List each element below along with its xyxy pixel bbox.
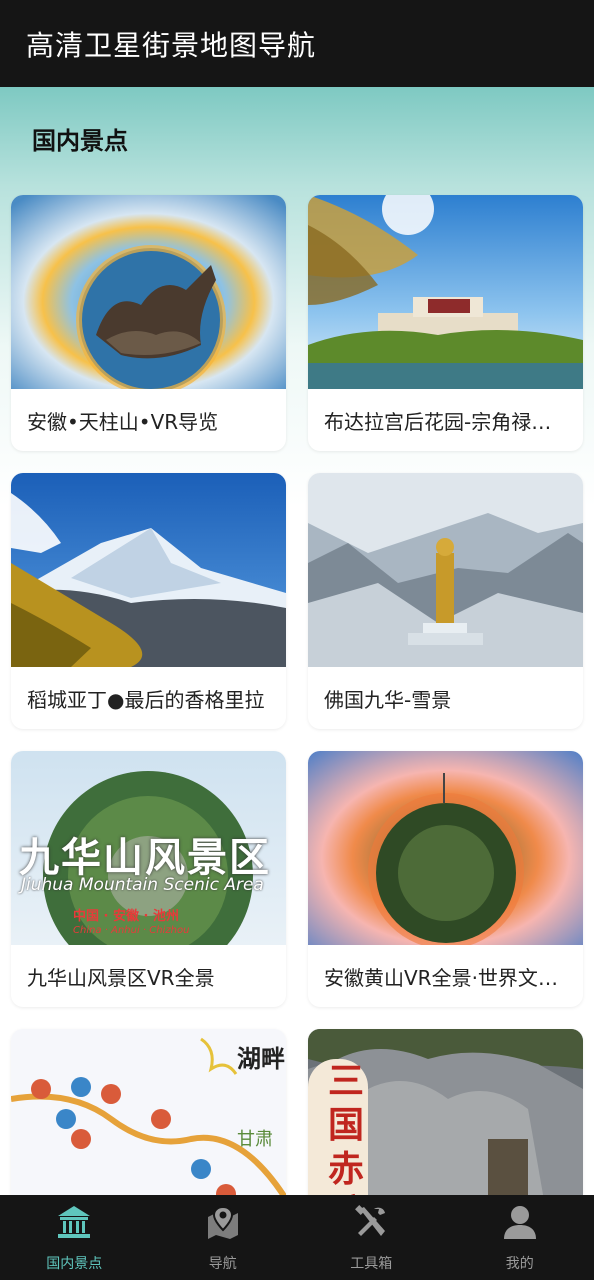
card-caption: 安徽•天柱山•VR导览 bbox=[27, 409, 219, 434]
scenic-card[interactable]: 九华山风景区 Jiuhua Mountain Scenic Area 中国 · … bbox=[11, 751, 286, 1007]
bottom-tab-bar: 国内景点 导航 工具箱 我的 bbox=[0, 1195, 594, 1280]
overlay-label: 甘肃 bbox=[237, 1129, 273, 1150]
app-title-bar: 高清卫星街景地图导航 bbox=[0, 0, 594, 87]
overlay-location-en: China · Anhui · Chizhou bbox=[73, 925, 190, 936]
card-grid: 安徽•天柱山•VR导览 布达拉宫后花园-宗角禄康公园 稻城亚丁●最后的香格里拉 … bbox=[11, 195, 583, 1195]
card-caption: 九华山风景区VR全景 bbox=[27, 965, 215, 990]
card-caption: 佛国九华-雪景 bbox=[324, 687, 452, 712]
app-title: 高清卫星街景地图导航 bbox=[26, 28, 317, 62]
scenic-card[interactable]: 稻城亚丁●最后的香格里拉 bbox=[11, 473, 286, 729]
scenic-card[interactable]: 湖畔 甘肃 bbox=[11, 1029, 286, 1195]
card-thumbnail bbox=[11, 473, 286, 667]
tab-label: 我的 bbox=[505, 1256, 534, 1272]
card-thumbnail bbox=[308, 751, 583, 945]
tools-icon bbox=[355, 1205, 386, 1236]
card-caption: 安徽黄山VR全景·世界文化与自然遗产 bbox=[324, 965, 567, 990]
user-icon bbox=[503, 1206, 536, 1239]
card-caption: 稻城亚丁●最后的香格里拉 bbox=[27, 687, 265, 712]
tab-domestic-spots[interactable]: 国内景点 bbox=[0, 1195, 149, 1280]
card-thumbnail: 湖畔 甘肃 bbox=[11, 1029, 286, 1195]
overlay-location: 中国 · 安徽 · 池州 bbox=[73, 909, 179, 924]
card-thumbnail: 三国赤壁 bbox=[308, 1029, 583, 1195]
scenic-spots-list[interactable]: 国内景点 安徽•天柱山•VR导览 布达拉宫后花园-宗角禄康公园 稻城亚丁●最后的… bbox=[0, 87, 594, 1195]
map-pin-icon bbox=[207, 1205, 238, 1239]
card-thumbnail bbox=[308, 195, 583, 389]
scenic-card[interactable]: 布达拉宫后花园-宗角禄康公园 bbox=[308, 195, 583, 451]
tab-label: 国内景点 bbox=[46, 1256, 103, 1272]
card-thumbnail bbox=[308, 473, 583, 667]
tab-navigation[interactable]: 导航 bbox=[149, 1195, 298, 1280]
overlay-title: 三国赤壁 bbox=[327, 1060, 364, 1195]
overlay-subtitle: Jiuhua Mountain Scenic Area bbox=[21, 875, 264, 895]
overlay-title: 湖畔 bbox=[237, 1044, 285, 1073]
scenic-card[interactable]: 安徽黄山VR全景·世界文化与自然遗产 bbox=[308, 751, 583, 1007]
scenic-card[interactable]: 三国赤壁 bbox=[308, 1029, 583, 1195]
tab-toolbox[interactable]: 工具箱 bbox=[297, 1195, 446, 1280]
card-caption: 布达拉宫后花园-宗角禄康公园 bbox=[324, 409, 567, 434]
temple-icon bbox=[58, 1206, 91, 1238]
section-title: 国内景点 bbox=[32, 127, 128, 155]
tab-label: 工具箱 bbox=[350, 1256, 393, 1272]
card-thumbnail: 九华山风景区 Jiuhua Mountain Scenic Area 中国 · … bbox=[11, 751, 286, 945]
scenic-card[interactable]: 安徽•天柱山•VR导览 bbox=[11, 195, 286, 451]
tab-mine[interactable]: 我的 bbox=[446, 1195, 594, 1280]
scenic-card[interactable]: 佛国九华-雪景 bbox=[308, 473, 583, 729]
card-thumbnail bbox=[11, 195, 286, 389]
tab-label: 导航 bbox=[208, 1256, 237, 1272]
